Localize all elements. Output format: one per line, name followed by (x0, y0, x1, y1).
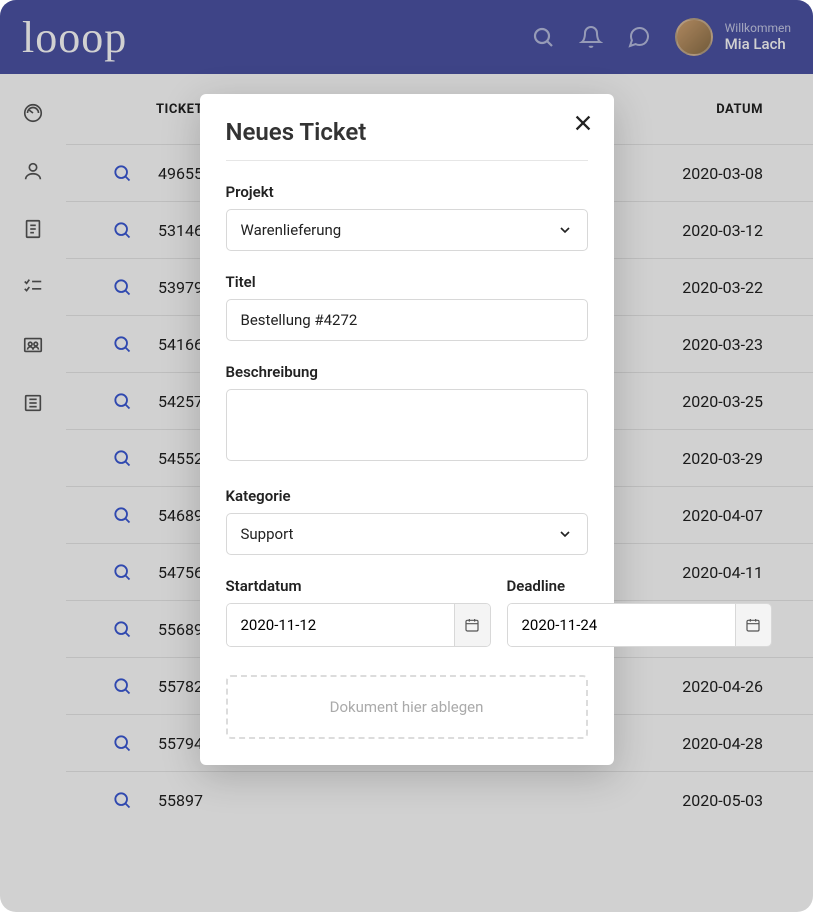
modal-title: Neues Ticket (226, 118, 588, 161)
calendar-icon (464, 617, 480, 633)
close-icon[interactable] (572, 112, 594, 134)
date-row: Startdatum Deadline (226, 577, 588, 647)
title-field: Titel (226, 273, 588, 341)
project-value: Warenlieferung (241, 221, 342, 239)
app-window: looop Willkommen Mia Lach (0, 0, 813, 912)
project-select[interactable]: Warenlieferung (226, 209, 588, 251)
start-calendar-button[interactable] (454, 604, 490, 646)
calendar-icon (745, 617, 761, 633)
deadline-field: Deadline (507, 577, 772, 647)
deadline-input-wrap (507, 603, 772, 647)
dropzone-label: Dokument hier ablegen (330, 698, 484, 716)
modal-overlay[interactable]: Neues Ticket Projekt Warenlieferung Tite… (0, 0, 813, 912)
category-label: Kategorie (226, 487, 588, 505)
deadline-input[interactable] (508, 604, 735, 646)
project-label: Projekt (226, 183, 588, 201)
start-field: Startdatum (226, 577, 491, 647)
new-ticket-modal: Neues Ticket Projekt Warenlieferung Tite… (200, 94, 614, 765)
category-value: Support (241, 525, 294, 543)
deadline-calendar-button[interactable] (735, 604, 771, 646)
deadline-label: Deadline (507, 577, 772, 595)
category-field: Kategorie Support (226, 487, 588, 555)
start-input-wrap (226, 603, 491, 647)
title-label: Titel (226, 273, 588, 291)
description-input[interactable] (226, 389, 588, 461)
chevron-down-icon (557, 222, 573, 238)
chevron-down-icon (557, 526, 573, 542)
start-input[interactable] (227, 604, 454, 646)
category-select[interactable]: Support (226, 513, 588, 555)
start-label: Startdatum (226, 577, 491, 595)
description-field: Beschreibung (226, 363, 588, 465)
description-label: Beschreibung (226, 363, 588, 381)
title-input[interactable] (226, 299, 588, 341)
document-dropzone[interactable]: Dokument hier ablegen (226, 675, 588, 739)
project-field: Projekt Warenlieferung (226, 183, 588, 251)
